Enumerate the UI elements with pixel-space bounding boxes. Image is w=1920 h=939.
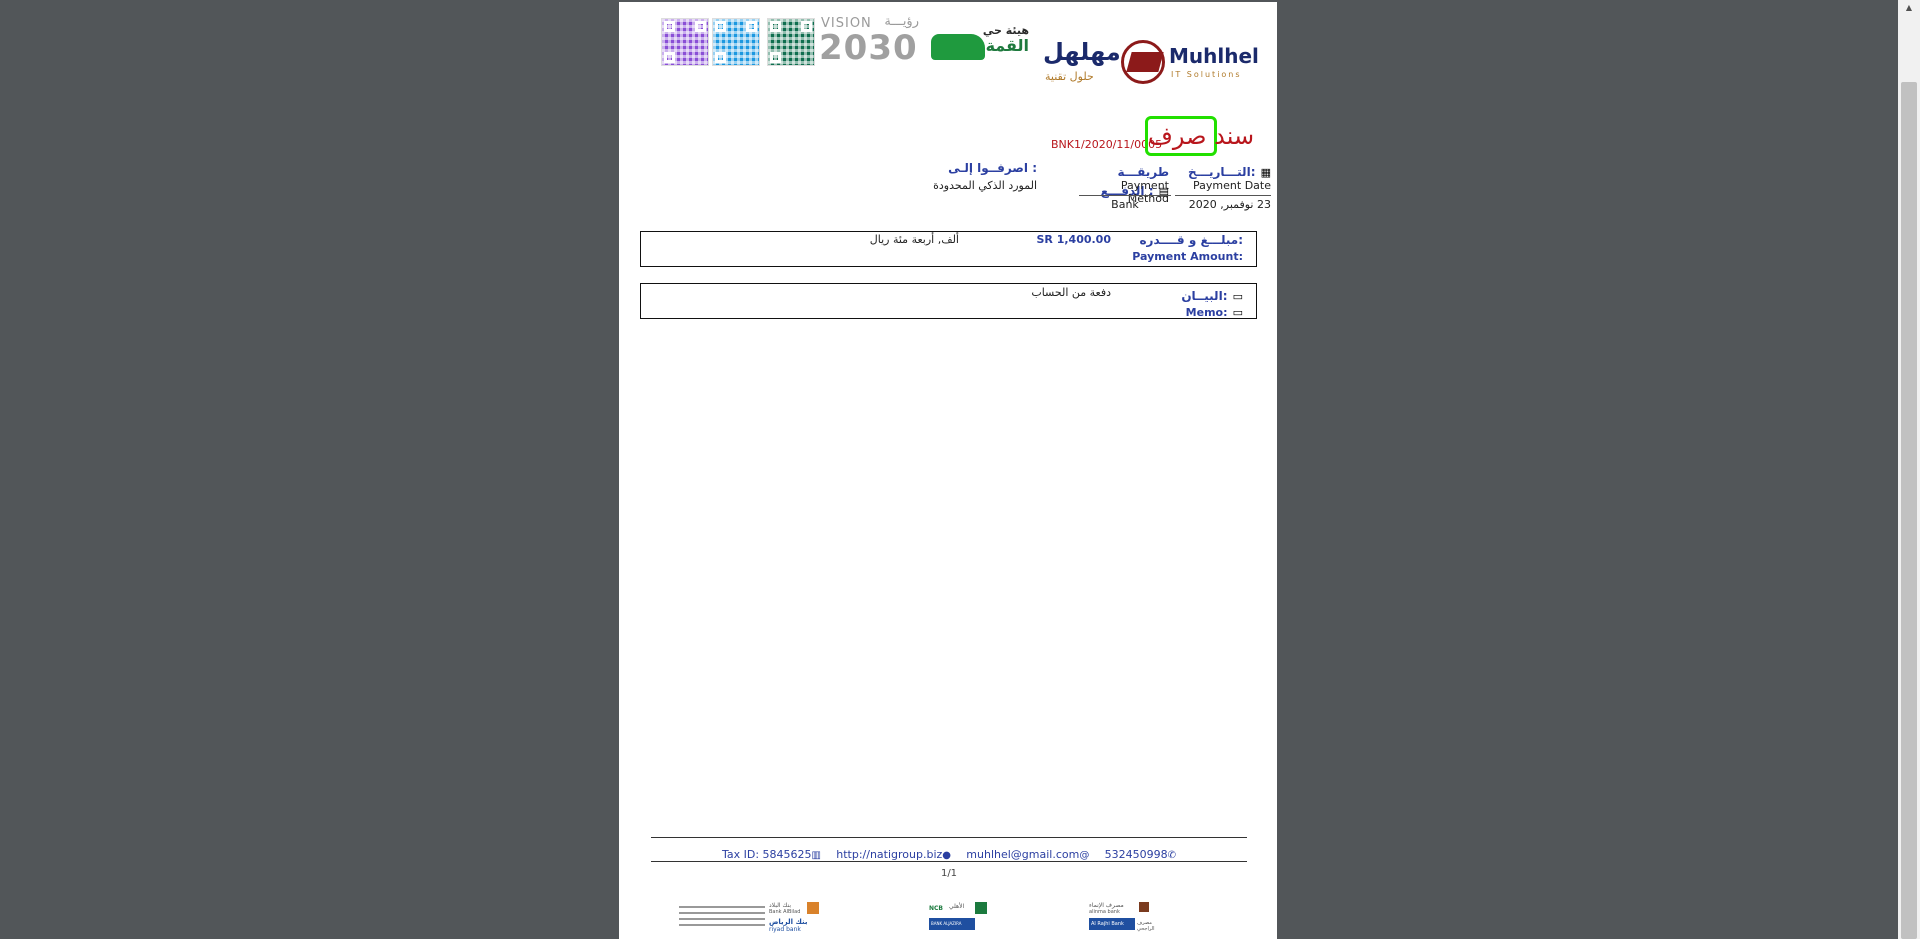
qr-code-instagram xyxy=(661,18,709,66)
vertical-scrollbar[interactable]: ▲ xyxy=(1898,0,1920,939)
document-page: VISION رؤيـــة 2030 هيئة حي القمة مهلهل … xyxy=(619,2,1277,939)
building-icon: ▥ xyxy=(811,850,821,861)
footer-contact-row: Tax ID: 5845625▥ http://natigroup.biz● m… xyxy=(651,843,1247,862)
bank-logos-strip: مصرف الإنماء alinma bank Al Rajhi Bank م… xyxy=(679,900,1219,936)
bank-iban-lines xyxy=(679,902,765,930)
date-label-en: Payment Date xyxy=(1193,179,1271,192)
phone-icon: ✆ xyxy=(1167,850,1177,861)
vision-2030-logo: VISION رؤيـــة 2030 xyxy=(819,14,919,68)
memo-label-en: Memo: xyxy=(1185,306,1228,319)
qr-code-whatsapp xyxy=(767,18,815,66)
voucher-title: سند صرف xyxy=(1148,122,1255,150)
amount-value: SR 1,400.00 xyxy=(1036,233,1111,246)
date-value: 23 نوفمبر, 2020 xyxy=(1188,198,1271,211)
tax-id: Tax ID: 5845625 xyxy=(721,848,812,861)
page-number: 1/1 xyxy=(940,868,958,879)
globe-icon: ● xyxy=(942,850,952,861)
payee-label: اصرفــوا إلـى : xyxy=(948,161,1037,175)
footer-bottom-divider xyxy=(651,861,1247,862)
payee-value: المورد الذكي المحدودة xyxy=(933,179,1037,192)
amount-label-ar: مبلـــغ و قــــدره: xyxy=(1139,233,1243,247)
email-link[interactable]: muhlhel@gmail.com xyxy=(966,848,1079,861)
amount-label-en: Payment Amount: xyxy=(1132,250,1243,263)
memo-label-en-row: Memo: ▭ xyxy=(1119,301,1243,320)
memo-value: دفعة من الحساب xyxy=(1031,286,1111,299)
scroll-up-arrow-icon[interactable]: ▲ xyxy=(1898,0,1920,16)
memo-icon-small: ▭ xyxy=(1232,306,1243,319)
company-logo: مهلهل حلول تقنية Muhlhel IT Solutions xyxy=(1043,38,1259,84)
calendar-icon: ▦ xyxy=(1260,166,1271,179)
scrollbar-thumb[interactable] xyxy=(1901,82,1917,939)
date-label-row: التـــاريـــخ: ▦ xyxy=(1175,161,1271,180)
method-value: Bank xyxy=(1111,198,1139,211)
date-divider xyxy=(1175,195,1271,196)
phone-number: 532450998 xyxy=(1104,848,1168,861)
website-link[interactable]: http://natigroup.biz xyxy=(836,848,942,861)
method-divider xyxy=(1079,195,1171,196)
at-icon: @ xyxy=(1079,850,1090,861)
date-label-ar: التـــاريـــخ: xyxy=(1187,165,1256,179)
qr-code-twitter xyxy=(712,18,760,66)
hay-alqimmah-logo: هيئة حي القمة xyxy=(931,24,1031,66)
amount-words: ألف, أربعة مئة ريال xyxy=(869,233,959,246)
footer-top-divider xyxy=(651,837,1247,838)
